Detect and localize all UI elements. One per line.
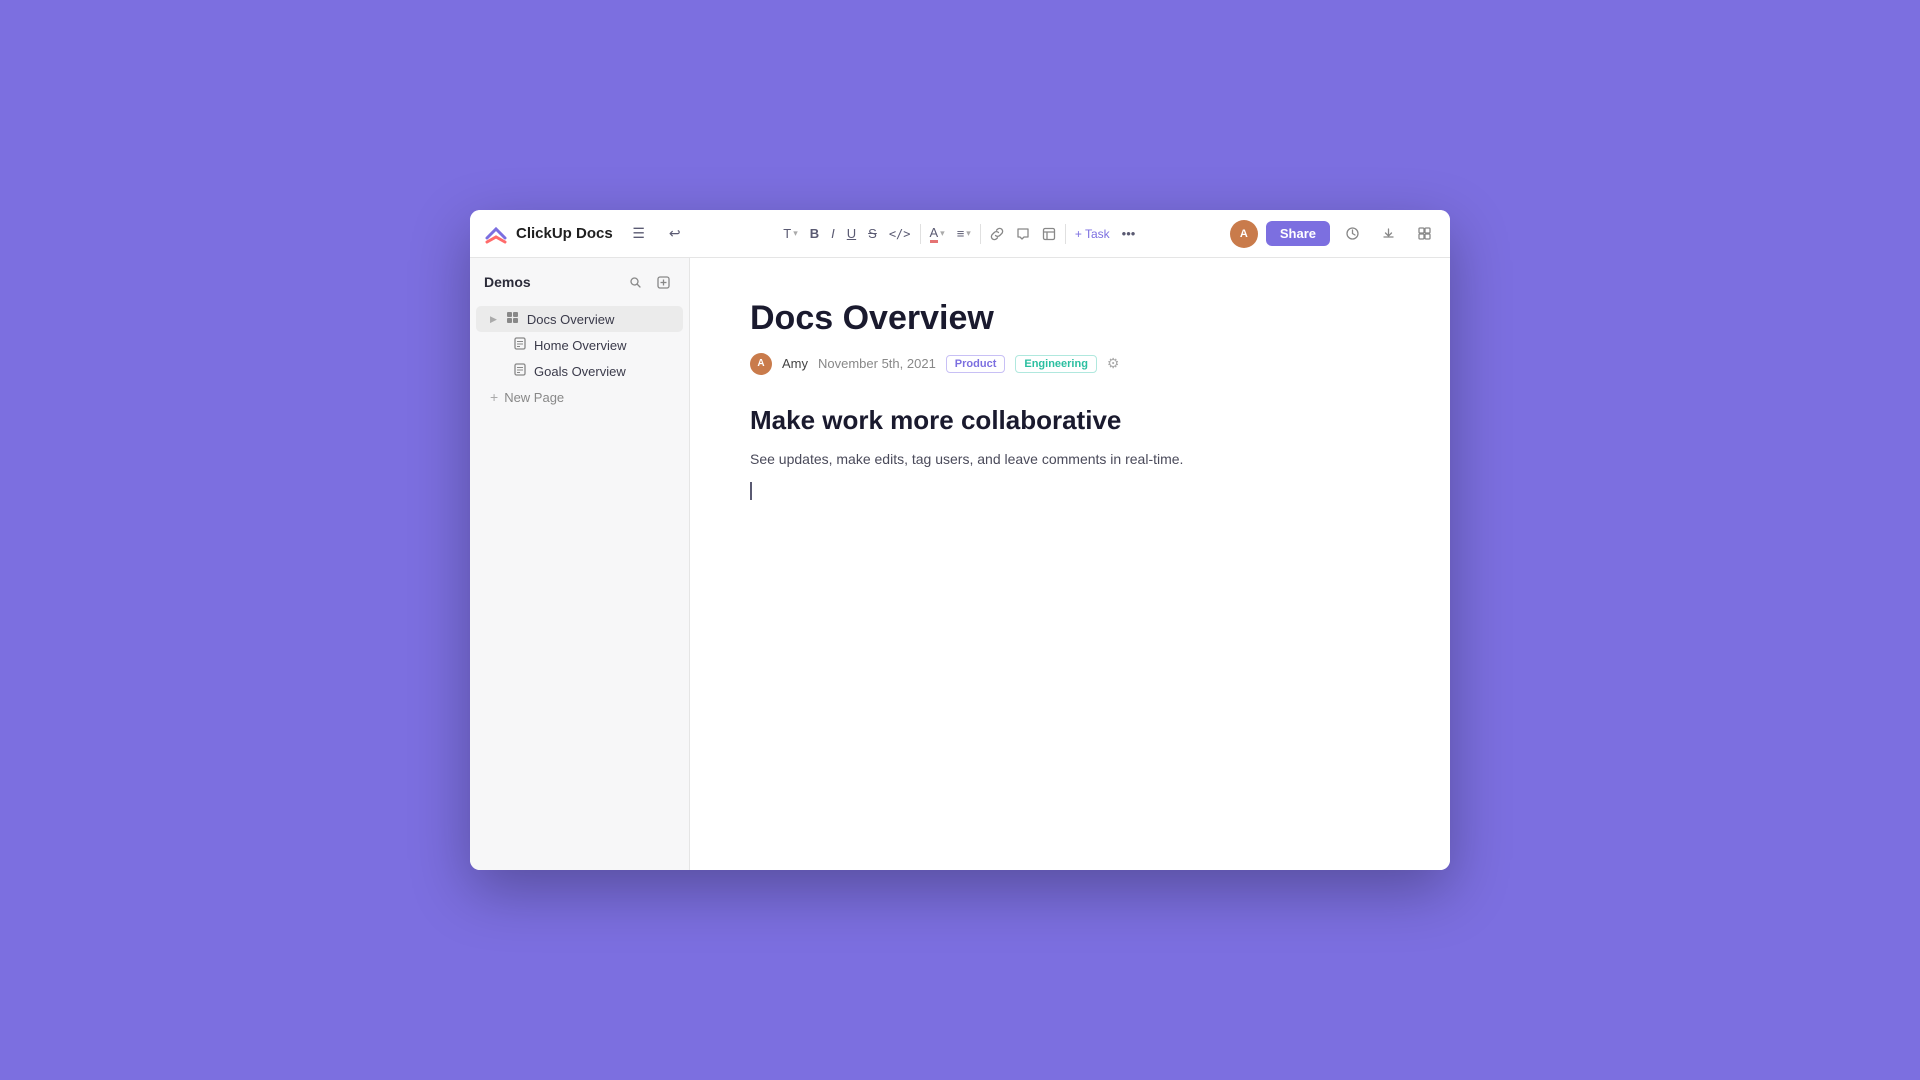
toolbar: ClickUp Docs ☰ ↩ T▾ B I U S </> A▾ ≡▾ — [470, 210, 1450, 258]
app-window: ClickUp Docs ☰ ↩ T▾ B I U S </> A▾ ≡▾ — [470, 210, 1450, 870]
sidebar-search-button[interactable] — [623, 270, 647, 294]
new-page-label: New Page — [504, 390, 564, 405]
underline-button[interactable]: U — [842, 220, 861, 248]
doc-date: November 5th, 2021 — [818, 356, 936, 371]
divider-1 — [920, 224, 921, 244]
divider-3 — [1065, 224, 1066, 244]
arrow-icon: ▶ — [490, 314, 497, 325]
doc-icon — [512, 337, 528, 353]
sidebar-header-icons — [623, 270, 675, 294]
clickup-logo-icon — [482, 220, 510, 248]
link-button[interactable] — [985, 220, 1009, 248]
menu-button[interactable]: ☰ — [625, 220, 653, 248]
undo-button[interactable]: ↩ — [661, 220, 689, 248]
divider-2 — [980, 224, 981, 244]
plus-icon: + — [490, 389, 498, 405]
sidebar-title: Demos — [484, 274, 531, 290]
content-area[interactable]: Docs Overview A Amy November 5th, 2021 P… — [690, 258, 1450, 870]
doc-heading: Make work more collaborative — [750, 405, 1390, 436]
settings-icon[interactable]: ⚙ — [1107, 355, 1120, 372]
sidebar-add-button[interactable] — [651, 270, 675, 294]
logo: ClickUp Docs — [482, 220, 613, 248]
sidebar-item-goals-overview[interactable]: Goals Overview — [476, 358, 683, 384]
table-button[interactable] — [1037, 220, 1061, 248]
bold-button[interactable]: B — [805, 220, 824, 248]
grid-icon — [505, 311, 521, 327]
expand-button[interactable] — [1410, 220, 1438, 248]
text-style-button[interactable]: T▾ — [778, 220, 802, 248]
history-button[interactable] — [1338, 220, 1366, 248]
sidebar-item-home-overview[interactable]: Home Overview — [476, 332, 683, 358]
doc-title: Docs Overview — [750, 298, 1390, 339]
sidebar-header: Demos — [470, 258, 689, 302]
cursor-area — [750, 482, 1390, 501]
italic-button[interactable]: I — [826, 220, 840, 248]
sidebar-item-docs-overview[interactable]: ▶ Docs Overview — [476, 306, 683, 332]
sidebar-item-label: Home Overview — [534, 338, 626, 353]
strikethrough-button[interactable]: S — [863, 220, 882, 248]
sidebar-item-label: Docs Overview — [527, 312, 614, 327]
toolbar-right: A Share — [1230, 220, 1438, 248]
share-button[interactable]: Share — [1266, 221, 1330, 246]
comment-button[interactable] — [1011, 220, 1035, 248]
tag-product[interactable]: Product — [946, 355, 1006, 373]
color-button[interactable]: A▾ — [925, 220, 950, 248]
author-name: Amy — [782, 356, 808, 371]
user-avatar[interactable]: A — [1230, 220, 1258, 248]
sidebar-item-label: Goals Overview — [534, 364, 626, 379]
export-button[interactable] — [1374, 220, 1402, 248]
sidebar: Demos ▶ Docs Overview — [470, 258, 690, 870]
doc-icon-2 — [512, 363, 528, 379]
align-button[interactable]: ≡▾ — [952, 220, 976, 248]
text-cursor — [750, 482, 752, 500]
tag-engineering[interactable]: Engineering — [1015, 355, 1097, 373]
doc-body: See updates, make edits, tag users, and … — [750, 448, 1390, 470]
logo-text: ClickUp Docs — [516, 225, 613, 242]
doc-meta: A Amy November 5th, 2021 Product Enginee… — [750, 353, 1390, 375]
author-avatar: A — [750, 353, 772, 375]
sidebar-nav: ▶ Docs Overview Home Overview — [470, 302, 689, 870]
code-button[interactable]: </> — [884, 220, 916, 248]
add-task-button[interactable]: + Task — [1070, 220, 1115, 248]
new-page-button[interactable]: + New Page — [476, 384, 683, 410]
main-layout: Demos ▶ Docs Overview — [470, 258, 1450, 870]
more-button[interactable]: ••• — [1117, 220, 1141, 248]
